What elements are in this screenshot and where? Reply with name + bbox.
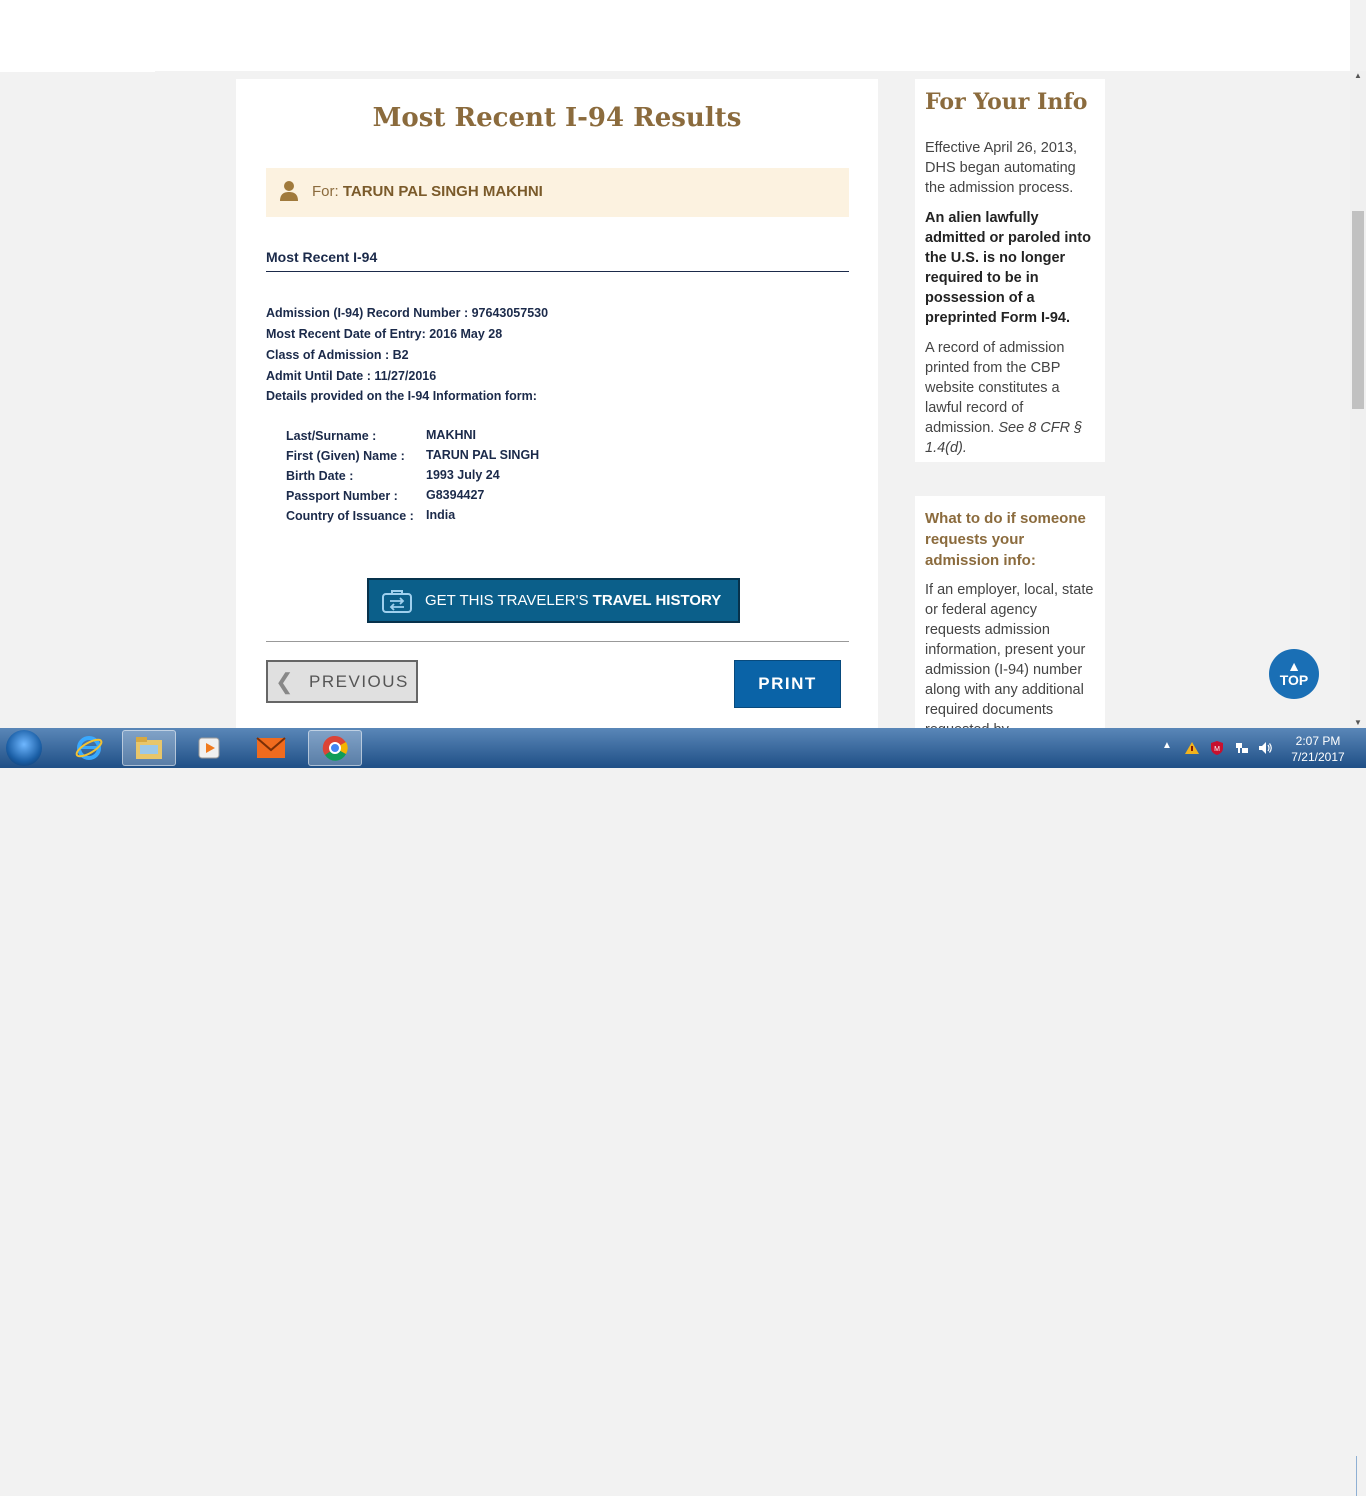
sidebar-title: For Your Info bbox=[925, 89, 1088, 115]
page-title: Most Recent I-94 Results bbox=[372, 103, 742, 133]
section-title: Most Recent I-94 bbox=[266, 249, 378, 265]
for-line: For: TARUN PAL SINGH MAKHNI bbox=[312, 183, 543, 200]
detail-label: Last/Surname : bbox=[286, 429, 377, 443]
network-icon[interactable] bbox=[1234, 740, 1250, 756]
sidebar-para-employer: If an employer, local, state or federal … bbox=[925, 582, 1094, 738]
detail-label: First (Given) Name : bbox=[286, 449, 405, 463]
chrome-icon[interactable] bbox=[308, 730, 362, 766]
show-desktop-button[interactable] bbox=[1356, 1456, 1366, 1496]
travel-button-bold: TRAVEL HISTORY bbox=[592, 592, 722, 609]
chevron-up-icon: ▲ bbox=[1287, 658, 1301, 674]
date-of-entry: Most Recent Date of Entry: 2016 May 28 bbox=[266, 327, 503, 341]
detail-label: Country of Issuance : bbox=[286, 509, 414, 523]
sidebar-para-record: A record of admission printed from the C… bbox=[925, 338, 1095, 458]
sidebar-para-effective: Effective April 26, 2013, DHS began auto… bbox=[925, 140, 1078, 196]
start-button[interactable] bbox=[6, 730, 42, 766]
network-warning-icon[interactable] bbox=[1184, 740, 1200, 756]
details-intro: Details provided on the I-94 Information… bbox=[266, 389, 537, 403]
clock-date: 7/21/2017 bbox=[1291, 750, 1345, 764]
top-strip bbox=[0, 71, 155, 72]
taskbar-clock[interactable]: 2:07 PM 7/21/2017 bbox=[1283, 733, 1353, 765]
scroll-thumb[interactable] bbox=[1352, 211, 1364, 409]
top-label: TOP bbox=[1279, 672, 1309, 688]
detail-value: G8394427 bbox=[426, 488, 485, 502]
media-player-icon[interactable] bbox=[182, 730, 236, 766]
section-divider bbox=[266, 271, 849, 272]
svg-text:M: M bbox=[1214, 746, 1220, 753]
for-label: For: bbox=[312, 183, 339, 200]
person-icon bbox=[280, 181, 298, 201]
internet-explorer-icon[interactable] bbox=[62, 730, 116, 766]
detail-label: Passport Number : bbox=[286, 489, 398, 503]
detail-value: India bbox=[426, 508, 456, 522]
windows-taskbar: ▲ M bbox=[0, 728, 1366, 1496]
travel-button-prefix: GET THIS TRAVELER'S bbox=[425, 592, 589, 609]
admit-until-date: Admit Until Date : 11/27/2016 bbox=[266, 369, 437, 383]
detail-value: 1993 July 24 bbox=[426, 468, 500, 482]
print-button[interactable]: PRINT bbox=[734, 660, 841, 708]
file-explorer-icon[interactable] bbox=[122, 730, 176, 766]
detail-value: MAKHNI bbox=[426, 428, 476, 442]
browser-content-top bbox=[0, 0, 1350, 71]
clock-time: 2:07 PM bbox=[1295, 734, 1341, 748]
sidebar-para-alien: An alien lawfully admitted or paroled in… bbox=[925, 210, 1091, 326]
antivirus-shield-icon[interactable]: M bbox=[1209, 740, 1225, 756]
travel-case-icon bbox=[382, 589, 412, 613]
page-scrollbar[interactable]: ▲ ▼ bbox=[1350, 71, 1366, 728]
show-hidden-icons-icon[interactable]: ▲ bbox=[1162, 740, 1178, 756]
detail-label: Birth Date : bbox=[286, 469, 354, 483]
traveler-name: TARUN PAL SINGH MAKHNI bbox=[342, 183, 543, 200]
class-of-admission: Class of Admission : B2 bbox=[266, 348, 409, 362]
bottom-divider bbox=[266, 641, 849, 642]
back-to-top-button[interactable]: ▲ TOP bbox=[1269, 649, 1319, 699]
mail-icon[interactable] bbox=[244, 730, 298, 766]
scroll-up-arrow-icon[interactable]: ▲ bbox=[1350, 71, 1366, 81]
record-number: Admission (I-94) Record Number : 9764305… bbox=[266, 306, 549, 320]
detail-value: TARUN PAL SINGH bbox=[426, 448, 540, 462]
previous-label: PREVIOUS bbox=[309, 671, 409, 691]
scroll-down-arrow-icon[interactable]: ▼ bbox=[1350, 718, 1366, 728]
sidebar-heading: What to do if someone requests your admi… bbox=[925, 510, 1086, 569]
previous-button[interactable]: ❮ PREVIOUS bbox=[266, 660, 418, 703]
chevron-left-icon: ❮ bbox=[275, 668, 296, 694]
travel-history-button[interactable]: GET THIS TRAVELER'S TRAVEL HISTORY bbox=[367, 578, 740, 623]
sidebar-gap bbox=[905, 462, 1125, 496]
volume-icon[interactable] bbox=[1257, 740, 1273, 756]
